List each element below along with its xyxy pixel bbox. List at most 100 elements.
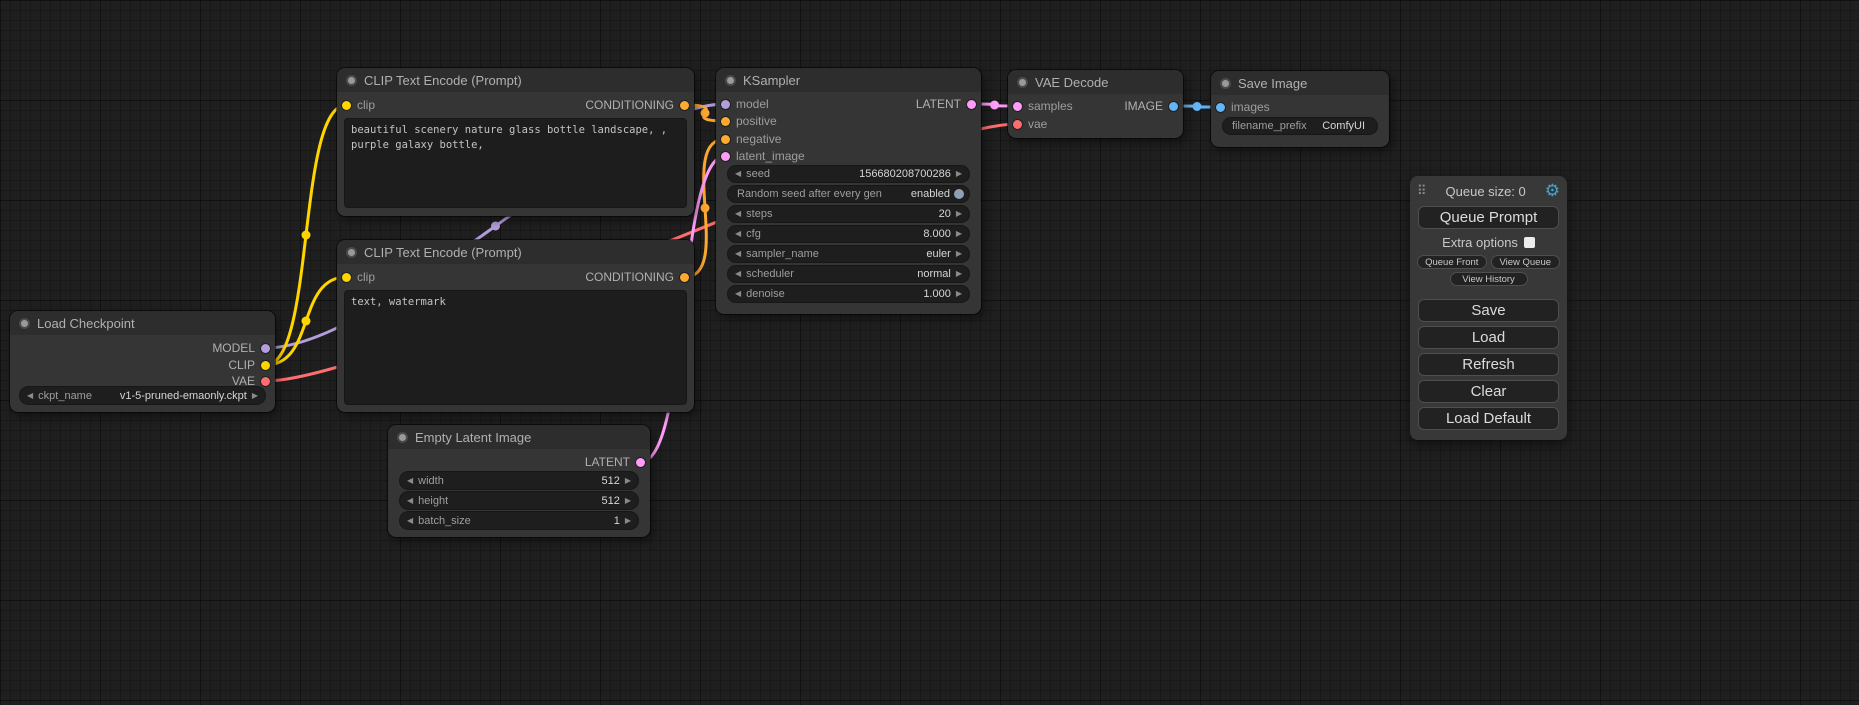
dot-load-checkpoint-out-vae[interactable] xyxy=(261,377,270,386)
positive-prompt-textarea[interactable]: beautiful scenery nature glass bottle la… xyxy=(344,118,687,208)
dot-clip-negative-out[interactable] xyxy=(680,273,689,282)
dot-load-checkpoint-out-clip[interactable] xyxy=(261,361,270,370)
stepper-right-icon[interactable] xyxy=(625,477,631,485)
clip-positive-input-clip: clip xyxy=(342,97,375,113)
dot-ksampler-in-model[interactable] xyxy=(721,100,730,109)
widget-denoise[interactable]: denoise 1.000 xyxy=(728,286,969,302)
widget-steps[interactable]: steps 20 xyxy=(728,206,969,222)
widget-seed[interactable]: seed 156680208700286 xyxy=(728,166,969,182)
ksampler-input-positive: positive xyxy=(721,113,777,129)
collapse-dot-icon[interactable] xyxy=(725,75,736,86)
link-wire-clip xyxy=(266,105,347,365)
stepper-left-icon[interactable] xyxy=(27,392,33,400)
save-button[interactable]: Save xyxy=(1418,299,1559,322)
stepper-left-icon[interactable] xyxy=(407,477,413,485)
slot-label: clip xyxy=(357,270,375,284)
stepper-right-icon[interactable] xyxy=(956,170,962,178)
stepper-right-icon[interactable] xyxy=(956,270,962,278)
dot-clip-negative-in-clip[interactable] xyxy=(342,273,351,282)
settings-gear-icon[interactable] xyxy=(1545,182,1560,201)
stepper-right-icon[interactable] xyxy=(956,290,962,298)
stepper-right-icon[interactable] xyxy=(625,497,631,505)
dot-ksampler-in-positive[interactable] xyxy=(721,117,730,126)
load-button[interactable]: Load xyxy=(1418,326,1559,349)
widget-filename-prefix[interactable]: filename_prefix ComfyUI xyxy=(1223,118,1377,134)
load-default-button[interactable]: Load Default xyxy=(1418,407,1559,430)
slot-label: CLIP xyxy=(228,358,255,372)
queue-prompt-button[interactable]: Queue Prompt xyxy=(1418,206,1559,229)
node-title-bar[interactable]: VAE Decode xyxy=(1008,70,1183,94)
negative-prompt-textarea[interactable]: text, watermark xyxy=(344,290,687,405)
view-history-button[interactable]: View History xyxy=(1450,272,1528,286)
stepper-right-icon[interactable] xyxy=(956,210,962,218)
node-load-checkpoint[interactable]: Load Checkpoint MODEL CLIP VAE ckpt_name… xyxy=(10,311,275,412)
widget-sampler-name[interactable]: sampler_name euler xyxy=(728,246,969,262)
collapse-dot-icon[interactable] xyxy=(19,318,30,329)
load-checkpoint-output-clip: CLIP xyxy=(228,357,270,373)
dot-vae-decode-in-vae[interactable] xyxy=(1013,120,1022,129)
drag-handle-icon[interactable] xyxy=(1417,182,1427,200)
dot-ksampler-in-negative[interactable] xyxy=(721,135,730,144)
widget-cfg[interactable]: cfg 8.000 xyxy=(728,226,969,242)
stepper-left-icon[interactable] xyxy=(735,270,741,278)
stepper-left-icon[interactable] xyxy=(407,497,413,505)
dot-vae-decode-out[interactable] xyxy=(1169,102,1178,111)
stepper-right-icon[interactable] xyxy=(252,392,258,400)
stepper-right-icon[interactable] xyxy=(625,517,631,525)
widget-scheduler[interactable]: scheduler normal xyxy=(728,266,969,282)
node-title-bar[interactable]: Empty Latent Image xyxy=(388,425,650,449)
widget-batch-size[interactable]: batch_size 1 xyxy=(400,512,638,529)
node-graph-canvas[interactable]: Load Checkpoint MODEL CLIP VAE ckpt_name… xyxy=(0,0,1859,705)
dot-ksampler-in-latent_image[interactable] xyxy=(721,152,730,161)
slot-label: CONDITIONING xyxy=(585,270,674,284)
ksampler-input-negative: negative xyxy=(721,131,781,147)
toggle-icon[interactable] xyxy=(954,189,964,199)
dot-load-checkpoint-out-model[interactable] xyxy=(261,344,270,353)
collapse-dot-icon[interactable] xyxy=(1220,78,1231,89)
widget-ckpt-name[interactable]: ckpt_name v1-5-pruned-emaonly.ckpt xyxy=(20,387,265,404)
node-title: CLIP Text Encode (Prompt) xyxy=(364,73,522,88)
refresh-button[interactable]: Refresh xyxy=(1418,353,1559,376)
slot-label: VAE xyxy=(232,374,255,388)
node-clip-text-encode-negative[interactable]: CLIP Text Encode (Prompt) clip CONDITION… xyxy=(337,240,694,412)
queue-front-button[interactable]: Queue Front xyxy=(1417,255,1487,269)
view-queue-button[interactable]: View Queue xyxy=(1491,255,1561,269)
node-title-bar[interactable]: Load Checkpoint xyxy=(10,311,275,335)
dot-ksampler-out[interactable] xyxy=(967,100,976,109)
stepper-left-icon[interactable] xyxy=(735,170,741,178)
node-title-bar[interactable]: KSampler xyxy=(716,68,981,92)
collapse-dot-icon[interactable] xyxy=(1017,77,1028,88)
stepper-right-icon[interactable] xyxy=(956,230,962,238)
node-save-image[interactable]: Save Image images filename_prefix ComfyU… xyxy=(1211,71,1389,147)
link-midpoint-dot xyxy=(302,231,311,240)
vae-decode-output-image: IMAGE xyxy=(1124,98,1178,114)
dot-clip-positive-out[interactable] xyxy=(680,101,689,110)
stepper-right-icon[interactable] xyxy=(956,250,962,258)
dot-clip-positive-in-clip[interactable] xyxy=(342,101,351,110)
link-midpoint-dot xyxy=(990,101,999,110)
stepper-left-icon[interactable] xyxy=(735,250,741,258)
widget-random-seed[interactable]: Random seed after every gen enabled xyxy=(728,186,969,202)
collapse-dot-icon[interactable] xyxy=(397,432,408,443)
dot-empty-latent-out[interactable] xyxy=(636,458,645,467)
stepper-left-icon[interactable] xyxy=(407,517,413,525)
node-ksampler[interactable]: KSampler model positive negative latent_… xyxy=(716,68,981,314)
node-title-bar[interactable]: Save Image xyxy=(1211,71,1389,95)
widget-width[interactable]: width 512 xyxy=(400,472,638,489)
node-title-bar[interactable]: CLIP Text Encode (Prompt) xyxy=(337,240,694,264)
clear-button[interactable]: Clear xyxy=(1418,380,1559,403)
node-empty-latent-image[interactable]: Empty Latent Image LATENT width 512 heig… xyxy=(388,425,650,537)
stepper-left-icon[interactable] xyxy=(735,290,741,298)
collapse-dot-icon[interactable] xyxy=(346,75,357,86)
node-title-bar[interactable]: CLIP Text Encode (Prompt) xyxy=(337,68,694,92)
dot-save-image-in-images[interactable] xyxy=(1216,103,1225,112)
node-title: Empty Latent Image xyxy=(415,430,531,445)
node-vae-decode[interactable]: VAE Decode samples vae IMAGE xyxy=(1008,70,1183,138)
node-clip-text-encode-positive[interactable]: CLIP Text Encode (Prompt) clip CONDITION… xyxy=(337,68,694,216)
dot-vae-decode-in-samples[interactable] xyxy=(1013,102,1022,111)
widget-height[interactable]: height 512 xyxy=(400,492,638,509)
collapse-dot-icon[interactable] xyxy=(346,247,357,258)
stepper-left-icon[interactable] xyxy=(735,230,741,238)
stepper-left-icon[interactable] xyxy=(735,210,741,218)
extra-options-checkbox[interactable] xyxy=(1524,237,1535,248)
